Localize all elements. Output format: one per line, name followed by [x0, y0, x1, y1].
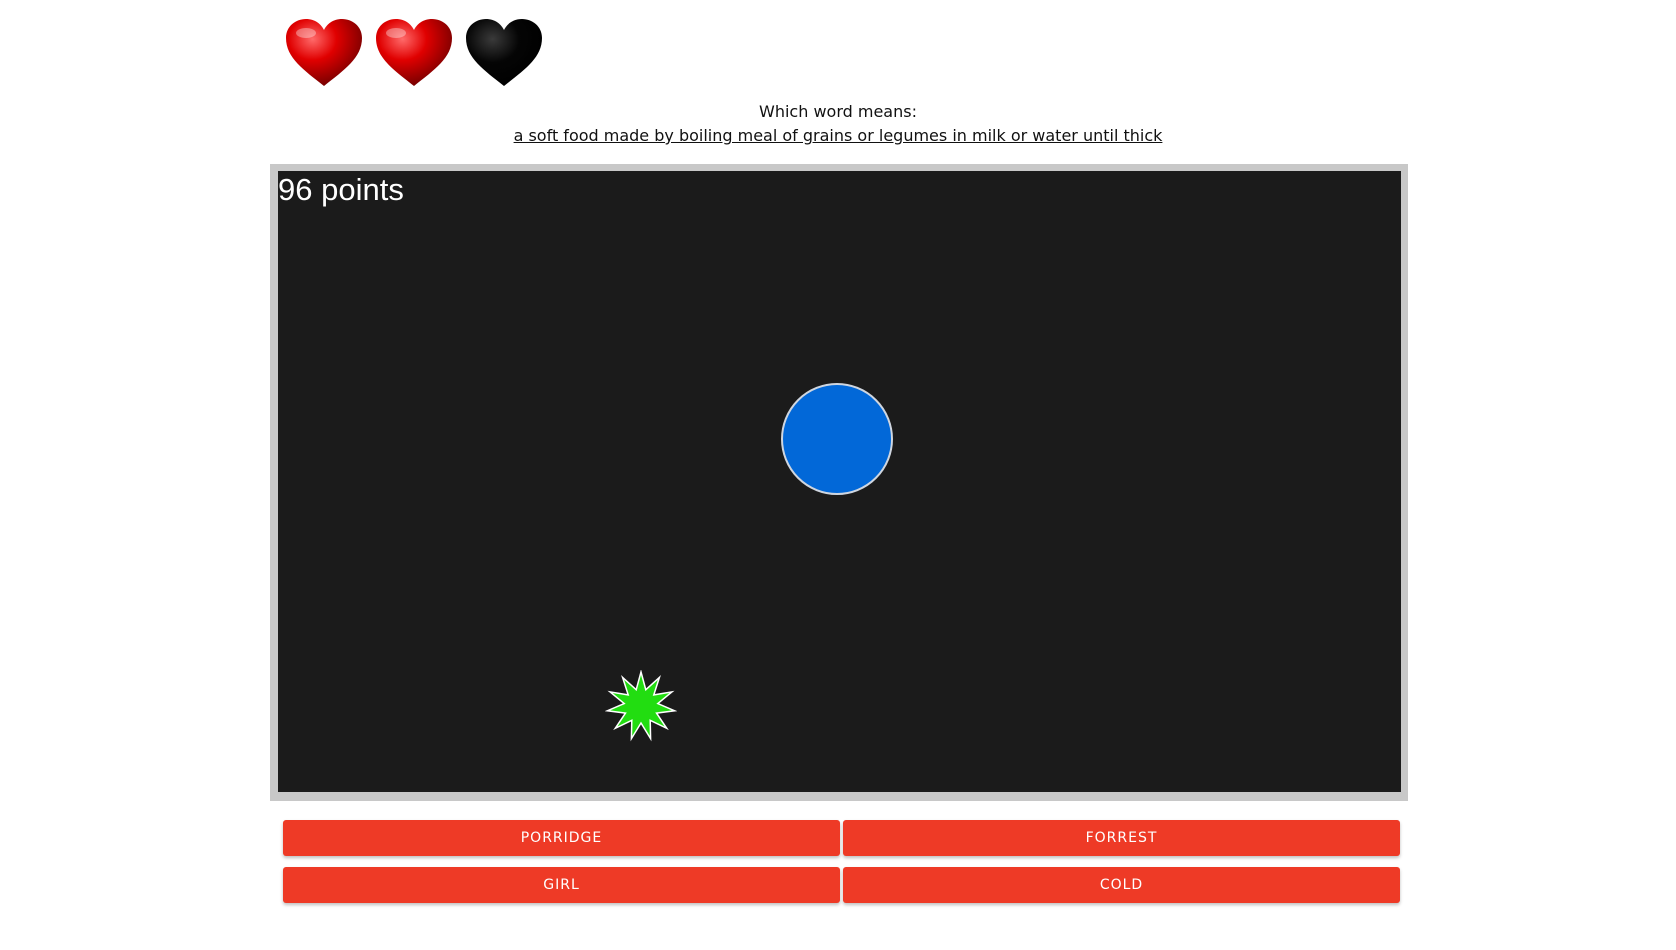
player-ball: [781, 383, 893, 495]
answer-button-girl[interactable]: GIRL: [283, 867, 840, 903]
heart-lost-icon: [466, 19, 542, 86]
heart-full-icon: [286, 19, 362, 86]
question-prompt: Which word means:: [759, 102, 917, 121]
star-burst-icon: [605, 670, 677, 742]
answer-options: PORRIDGE FORREST GIRL COLD: [283, 820, 1400, 903]
heart-full-icon: [376, 19, 452, 86]
lives-indicator: [284, 18, 544, 88]
answer-button-forrest[interactable]: FORREST: [843, 820, 1400, 856]
score-display: 96 points: [278, 172, 404, 207]
answer-button-porridge[interactable]: PORRIDGE: [283, 820, 840, 856]
answer-button-cold[interactable]: COLD: [843, 867, 1400, 903]
question-definition: a soft food made by boiling meal of grai…: [513, 126, 1163, 145]
game-arena[interactable]: 96 points: [278, 171, 1401, 792]
game-page: Which word means: a soft food made by bo…: [0, 0, 1676, 950]
